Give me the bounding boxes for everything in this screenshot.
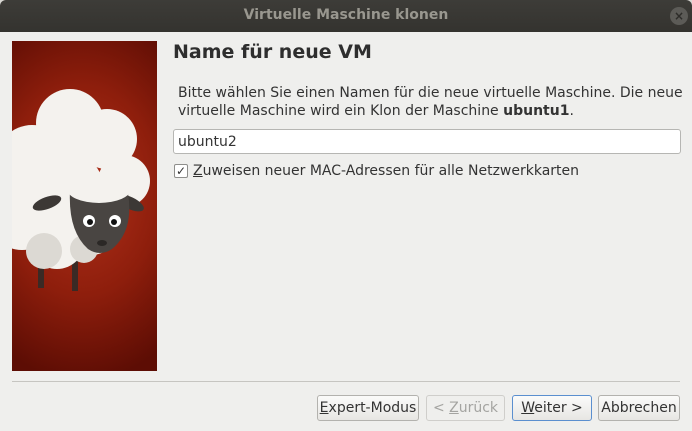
vm-name-input[interactable] — [173, 129, 681, 154]
label-text: uweisen neuer MAC-Adressen für alle Netz… — [202, 163, 580, 179]
footer-separator — [12, 381, 680, 382]
reinit-mac-label[interactable]: Zuweisen neuer MAC-Adressen für alle Net… — [193, 163, 579, 179]
sheep-mascot-icon — [12, 89, 150, 291]
page-description: Bitte wählen Sie einen Namen für die neu… — [178, 84, 688, 120]
next-button[interactable]: Weiter > — [512, 395, 592, 421]
cancel-button[interactable]: Abbrechen — [598, 395, 680, 421]
mnemonic: Z — [193, 163, 203, 179]
description-text: Bitte wählen Sie einen Namen für die neu… — [178, 85, 683, 119]
dialog-body: Name für neue VM Bitte wählen Sie einen … — [0, 32, 692, 431]
title-bar: Virtuelle Maschine klonen × — [0, 0, 692, 32]
expert-mode-button[interactable]: Expert-Modus — [317, 395, 419, 421]
wizard-banner — [12, 41, 157, 371]
reinit-mac-checkbox[interactable]: ✓ — [174, 164, 188, 178]
window-title: Virtuelle Maschine klonen — [243, 7, 449, 23]
close-icon[interactable]: × — [670, 7, 688, 25]
reinit-mac-option[interactable]: ✓ Zuweisen neuer MAC-Adressen für alle N… — [174, 163, 579, 179]
source-vm-name: ubuntu1 — [503, 103, 570, 119]
back-button[interactable]: < Zurück — [426, 395, 505, 421]
page-title: Name für neue VM — [173, 41, 372, 63]
description-end: . — [569, 103, 574, 119]
